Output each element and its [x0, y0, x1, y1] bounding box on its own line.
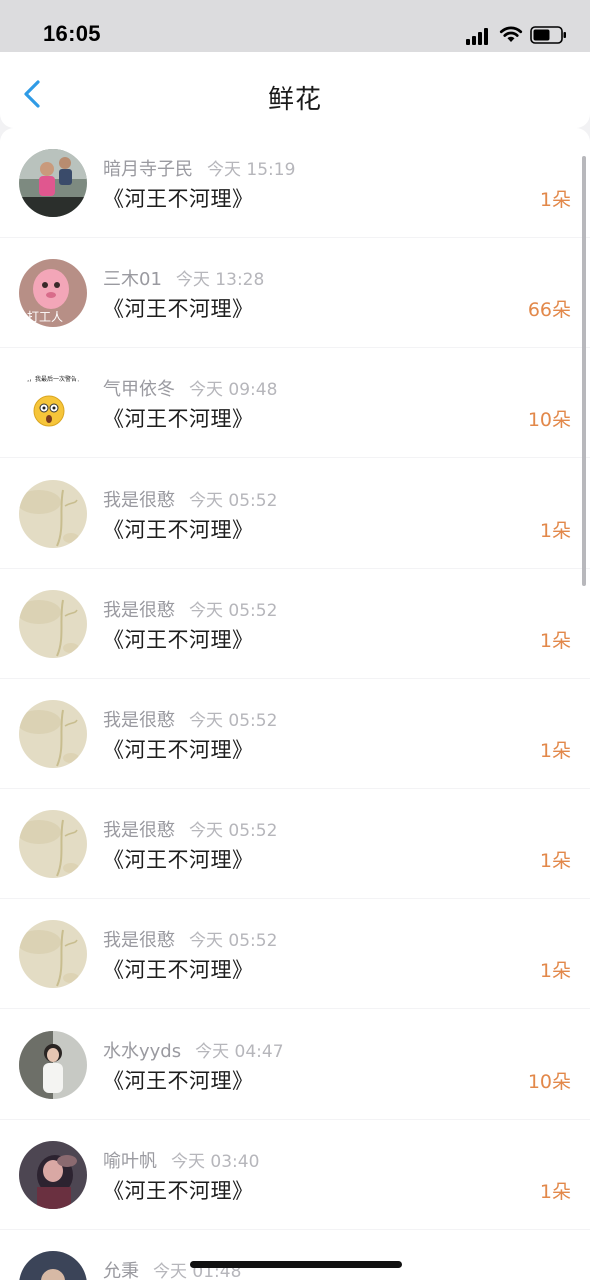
- user-name: 喻叶帆: [103, 1150, 157, 1172]
- flower-count: 1朵: [539, 189, 571, 211]
- status-time: 16:05: [43, 21, 101, 46]
- user-name: 水水yyds: [103, 1040, 182, 1062]
- avatar-image: [19, 149, 87, 217]
- nav-bar: 鲜花: [0, 52, 590, 128]
- work-title: 《河王不河理》: [103, 627, 254, 652]
- avatar[interactable]: [19, 920, 87, 989]
- flower-count: 10朵: [527, 409, 571, 432]
- work-title: 《河王不河理》: [103, 517, 254, 542]
- work-title: 《河王不河理》: [103, 1178, 254, 1203]
- avatar-image: [19, 589, 87, 658]
- avatar-image: [19, 1251, 87, 1280]
- timestamp: 今天 13:28: [175, 270, 265, 291]
- avatar[interactable]: [19, 700, 87, 768]
- list-item[interactable]: 喻叶帆 今天 03:40 《河王不河理》 1朵: [0, 1120, 590, 1230]
- avatar[interactable]: [19, 149, 87, 217]
- avatar[interactable]: [19, 589, 87, 658]
- flower-count: 66朵: [527, 299, 571, 322]
- flower-count: 1朵: [539, 519, 571, 542]
- flower-count: 1朵: [539, 1180, 571, 1203]
- timestamp: 今天 09:48: [189, 380, 278, 401]
- avatar-image: [19, 810, 87, 879]
- user-name: 暗月寺子民: [103, 159, 193, 180]
- list-item[interactable]: 我是很憨 今天 05:52 《河王不河理》 1朵: [0, 789, 590, 900]
- timestamp: 今天 05:52: [189, 821, 278, 842]
- avatar[interactable]: [19, 479, 87, 548]
- timestamp: 今天 04:47: [195, 1041, 284, 1062]
- list-item[interactable]: 允秉 今天 01:48: [0, 1230, 590, 1280]
- flower-count: 10朵: [527, 1070, 571, 1093]
- user-name: 我是很憨: [103, 710, 175, 731]
- flower-list[interactable]: 暗月寺子民 今天 15:19 《河王不河理》 1朵 打工人 三木01 今天 13:2…: [0, 128, 590, 1280]
- avatar-image: [19, 1140, 87, 1209]
- signal-icon: [466, 28, 488, 45]
- user-name: 气甲依冬: [103, 379, 175, 401]
- wifi-icon: [499, 26, 523, 42]
- user-name: 我是很憨: [103, 489, 175, 511]
- avatar[interactable]: [19, 810, 87, 879]
- timestamp: 今天 05:52: [189, 931, 278, 952]
- timestamp: 今天 03:40: [171, 1151, 260, 1172]
- avatar-image: [19, 920, 87, 989]
- page-title: 鲜花: [267, 85, 322, 115]
- avatar-image: [19, 700, 87, 768]
- avatar-image: [19, 479, 87, 548]
- work-title: 《河王不河理》: [103, 297, 254, 322]
- work-title: 《河王不河理》: [103, 848, 254, 873]
- user-name: 我是很憨: [103, 930, 175, 952]
- avatar[interactable]: [19, 1251, 87, 1280]
- work-title: 《河王不河理》: [103, 738, 254, 762]
- flower-count: 1朵: [539, 960, 571, 983]
- list-item[interactable]: 我是很憨 今天 05:52 《河王不河理》 1朵: [0, 679, 590, 789]
- avatar-image: [19, 1030, 87, 1099]
- flower-count: 1朵: [539, 629, 571, 652]
- list-item[interactable]: 我是很憨 今天 05:52 《河王不河理》 1朵: [0, 569, 590, 679]
- work-title: 《河王不河理》: [103, 407, 254, 432]
- list-item[interactable]: 我是很憨 今天 05:52 《河王不河理》 1朵: [0, 899, 590, 1010]
- svg-text:打工人: 打工人: [27, 310, 63, 324]
- list-item[interactable]: 水水yyds 今天 04:47 《河王不河理》 10朵: [0, 1010, 590, 1120]
- user-name: 三木01: [103, 269, 162, 291]
- avatar-image: 我，我最后一次警告你！: [19, 369, 87, 438]
- home-indicator[interactable]: [190, 1261, 402, 1268]
- work-title: 《河王不河理》: [103, 187, 254, 211]
- flower-count: 1朵: [539, 740, 571, 762]
- status-bar: 16:05: [0, 0, 590, 52]
- user-name: 我是很憨: [103, 599, 175, 621]
- avatar-image: 打工人: [19, 259, 87, 328]
- timestamp: 今天 05:52: [189, 600, 278, 621]
- timestamp: 今天 05:52: [189, 711, 278, 731]
- list-item[interactable]: 打工人 三木01 今天 13:28 《河王不河理》 66朵: [0, 238, 590, 349]
- avatar[interactable]: [19, 1140, 87, 1209]
- work-title: 《河王不河理》: [103, 1068, 254, 1093]
- list-item[interactable]: 我是很憨 今天 05:52 《河王不河理》 1朵: [0, 459, 590, 569]
- timestamp: 今天 05:52: [189, 490, 278, 511]
- avatar[interactable]: 打工人: [19, 259, 87, 328]
- user-name: 我是很憨: [103, 820, 175, 842]
- battery-icon: [530, 26, 566, 44]
- work-title: 《河王不河理》: [103, 958, 254, 983]
- svg-text:我，我最后一次警告你！: 我，我最后一次警告你！: [23, 375, 87, 383]
- scrollbar[interactable]: [582, 156, 586, 586]
- avatar[interactable]: 我，我最后一次警告你！: [19, 369, 87, 438]
- user-name: 允秉: [103, 1261, 139, 1280]
- list-item[interactable]: 我，我最后一次警告你！ 气甲依冬 今天 09:48 《河王不河理》 10朵: [0, 348, 590, 459]
- avatar[interactable]: [19, 1030, 87, 1099]
- list-item[interactable]: 暗月寺子民 今天 15:19 《河王不河理》 1朵: [0, 128, 590, 238]
- timestamp: 今天 15:19: [207, 160, 296, 180]
- flower-count: 1朵: [539, 850, 571, 873]
